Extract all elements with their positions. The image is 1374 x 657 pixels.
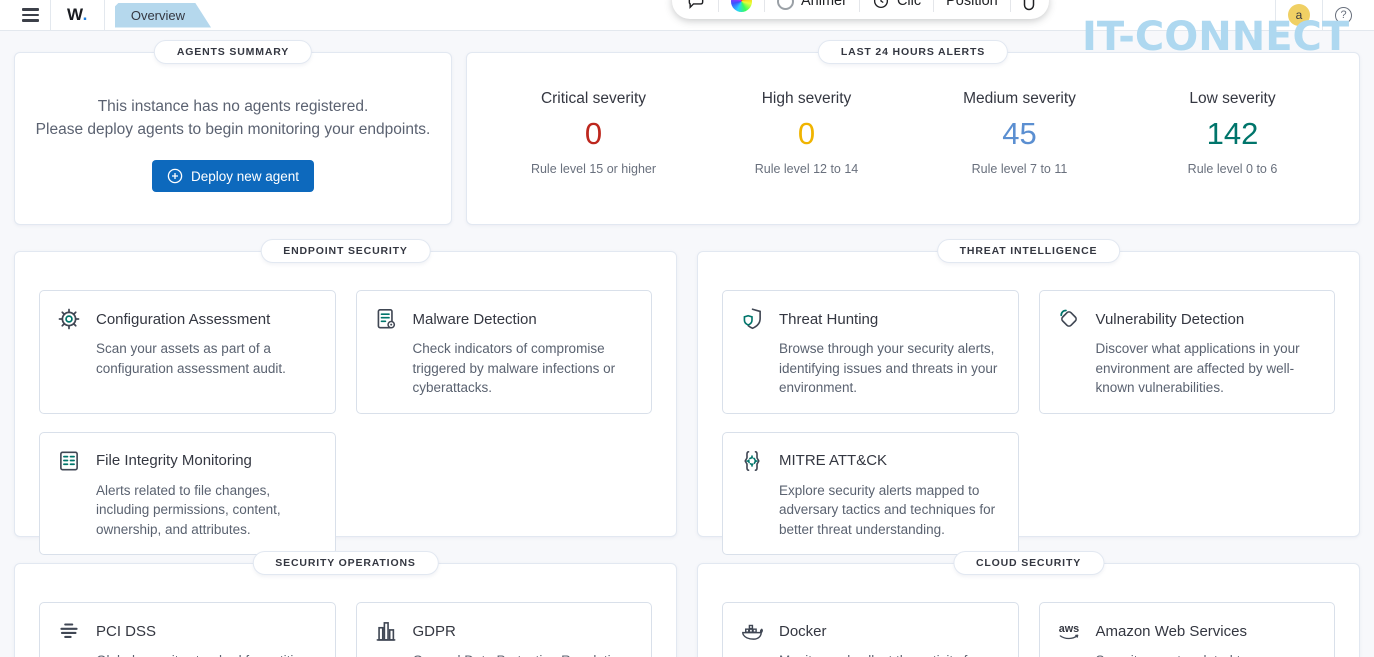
file-integrity-monitoring-icon: [56, 448, 82, 474]
card-title[interactable]: Vulnerability Detection: [1096, 311, 1245, 328]
card-description: Discover what applications in your envir…: [1095, 341, 1300, 396]
card-title[interactable]: MITRE ATT&CK: [779, 452, 887, 469]
panel-title-last-24-hours-alerts: LAST 24 HOURS ALERTS: [817, 40, 1009, 64]
divider: [933, 0, 935, 12]
endpoint-security-panel: ENDPOINT SECURITY Configuration Assessme…: [14, 239, 677, 556]
menu-hamburger-icon[interactable]: [10, 8, 50, 22]
card-description: Global security standard for entities th…: [96, 651, 319, 657]
card-title[interactable]: Configuration Assessment: [96, 311, 270, 328]
low-severity-stat[interactable]: Low severity 142 Rule level 0 to 6: [1126, 90, 1339, 176]
threat-intelligence-panel: THREAT INTELLIGENCE Threat Hunting Brows…: [697, 239, 1360, 556]
malware-detection-icon: [373, 306, 399, 332]
card-description: Security events related to your Amazon A…: [1096, 651, 1319, 657]
card-threat-hunting[interactable]: Threat Hunting Browse through your secur…: [722, 290, 1019, 414]
critical-severity-count[interactable]: 0: [487, 115, 700, 153]
divider: [858, 0, 860, 12]
card-vulnerability-detection[interactable]: Vulnerability Detection Discover what ap…: [1038, 290, 1335, 414]
critical-severity-stat[interactable]: Critical severity 0 Rule level 15 or hig…: [487, 90, 700, 176]
high-severity-stat[interactable]: High severity 0 Rule level 12 to 14: [700, 90, 913, 176]
panel-title-security-operations: SECURITY OPERATIONS: [252, 551, 439, 575]
mitre-attack-icon: [739, 448, 765, 474]
card-title[interactable]: PCI DSS: [96, 623, 156, 640]
card-description: Browse through your security alerts, ide…: [779, 341, 998, 396]
card-description: Explore security alerts mapped to advers…: [779, 482, 996, 537]
card-description: Alerts related to file changes, includin…: [96, 482, 281, 537]
breadcrumb-overview-tab[interactable]: Overview: [115, 3, 211, 28]
plus-circle-icon: [167, 168, 183, 184]
divider: [103, 0, 105, 30]
card-title[interactable]: Docker: [779, 623, 827, 640]
card-title[interactable]: File Integrity Monitoring: [96, 452, 252, 469]
threat-hunting-icon: [739, 306, 765, 332]
card-configuration-assessment[interactable]: Configuration Assessment Scan your asset…: [39, 290, 336, 414]
animate-label: Animer: [801, 0, 847, 9]
card-pci-dss[interactable]: PCI DSS Global security standard for ent…: [39, 602, 336, 657]
medium-severity-stat[interactable]: Medium severity 45 Rule level 7 to 11: [913, 90, 1126, 176]
divider: [764, 0, 765, 12]
card-title[interactable]: GDPR: [413, 623, 456, 640]
card-mitre-attack[interactable]: MITRE ATT&CK Explore security alerts map…: [722, 431, 1019, 556]
divider: [1275, 0, 1276, 30]
panel-title-endpoint-security: ENDPOINT SECURITY: [260, 239, 431, 263]
comment-bubble-icon[interactable]: [686, 0, 706, 11]
card-description: General Data Protection Regulation (GDPR…: [413, 651, 636, 657]
divider: [1009, 0, 1011, 12]
clock-icon: [873, 0, 888, 9]
card-docker[interactable]: Docker Monitor and collect the activity …: [722, 602, 1019, 657]
wazuh-logo[interactable]: W.: [51, 5, 104, 25]
card-title[interactable]: Threat Hunting: [779, 311, 878, 328]
annotation-toolbar: Animer Clic Position: [672, 0, 1049, 19]
aws-icon: aws: [1056, 618, 1082, 644]
card-description: Monitor and collect the activity from Do…: [779, 651, 1002, 657]
card-title[interactable]: Amazon Web Services: [1096, 623, 1247, 640]
animate-tool[interactable]: Animer: [777, 0, 847, 10]
low-severity-count[interactable]: 142: [1126, 115, 1339, 153]
divider: [718, 0, 719, 12]
vulnerability-detection-icon: [1056, 306, 1082, 332]
security-operations-panel: SECURITY OPERATIONS PCI DSS Glo: [14, 551, 677, 657]
card-amazon-web-services[interactable]: aws Amazon Web Services Security events …: [1038, 602, 1335, 657]
pci-dss-icon: [56, 618, 82, 644]
loop-icon: [777, 0, 794, 10]
mouse-icon[interactable]: [1023, 0, 1035, 11]
cloud-security-panel: CLOUD SECURITY Docker aws Amazon Web Ser…: [697, 551, 1360, 657]
configuration-assessment-icon: [56, 306, 82, 332]
divider: [1322, 0, 1323, 30]
panel-title-agents-summary: AGENTS SUMMARY: [153, 40, 313, 64]
click-label: Clic: [896, 0, 922, 9]
docker-icon: [739, 618, 765, 644]
dashboard-content: AGENTS SUMMARY This instance has no agen…: [0, 31, 1374, 657]
position-tool[interactable]: Position: [946, 0, 998, 9]
card-description: Scan your assets as part of a configurat…: [96, 341, 286, 376]
color-wheel-icon[interactable]: [731, 0, 752, 12]
svg-text:aws: aws: [1058, 623, 1078, 635]
card-gdpr[interactable]: GDPR General Data Protection Regulation …: [355, 602, 652, 657]
card-file-integrity-monitoring[interactable]: File Integrity Monitoring Alerts related…: [39, 431, 336, 556]
medium-severity-count[interactable]: 45: [913, 115, 1126, 153]
last-24-hours-alerts-panel: LAST 24 HOURS ALERTS Critical severity 0…: [466, 40, 1360, 225]
user-avatar[interactable]: a: [1288, 4, 1310, 26]
card-malware-detection[interactable]: Malware Detection Check indicators of co…: [355, 290, 652, 414]
high-severity-count[interactable]: 0: [700, 115, 913, 153]
deploy-new-agent-button[interactable]: Deploy new agent: [151, 160, 315, 192]
panel-title-threat-intelligence: THREAT INTELLIGENCE: [936, 239, 1121, 263]
gdpr-icon: [373, 618, 399, 644]
agents-summary-panel: AGENTS SUMMARY This instance has no agen…: [14, 40, 452, 225]
agents-empty-message: This instance has no agents registered. …: [35, 98, 431, 138]
click-tool[interactable]: Clic: [872, 0, 921, 10]
panel-title-cloud-security: CLOUD SECURITY: [952, 551, 1105, 575]
card-title[interactable]: Malware Detection: [413, 311, 537, 328]
help-icon[interactable]: ?: [1335, 6, 1352, 24]
card-description: Check indicators of compromise triggered…: [412, 341, 616, 396]
